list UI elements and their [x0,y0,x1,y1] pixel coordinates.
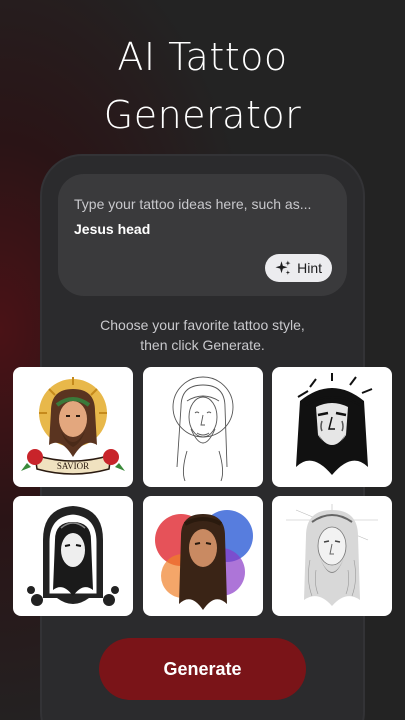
style-tile-watercolor[interactable] [142,496,263,616]
hint-button[interactable]: Hint [265,254,332,282]
traditional-jesus-image: SAVIOR [21,377,125,475]
style-grid: SAVIOR [13,367,392,616]
sketch-jesus-image [286,504,378,606]
generate-button[interactable]: Generate [99,638,306,700]
sparkles-icon [274,259,292,277]
title-line-2: Generator [103,93,302,137]
prompt-input[interactable]: Jesus head [74,221,150,237]
caption-line-1: Choose your favorite tattoo style, [100,317,305,333]
fine-line-jesus-image [172,376,233,482]
caption-line-2: then click Generate. [140,337,265,353]
hint-label: Hint [297,260,322,276]
style-tile-sketch[interactable] [272,496,392,616]
prompt-placeholder: Type your tattoo ideas here, such as... [74,196,312,212]
savior-banner-text: SAVIOR [57,461,89,471]
style-tile-blackwork[interactable] [272,367,392,487]
watercolor-jesus-image [154,510,253,610]
style-tile-fine-line[interactable] [142,367,263,487]
style-tile-traditional[interactable]: SAVIOR [13,367,133,487]
blackwork-jesus-image [296,373,373,475]
app-title: AI Tattoo Generator [0,28,405,144]
style-tile-ornamental[interactable] [13,496,133,616]
style-instructions: Choose your favorite tattoo style, then … [0,315,405,355]
ornamental-jesus-image [27,506,119,606]
title-line-1: AI Tattoo [117,35,288,79]
prompt-input-card[interactable]: Type your tattoo ideas here, such as... … [58,174,347,296]
